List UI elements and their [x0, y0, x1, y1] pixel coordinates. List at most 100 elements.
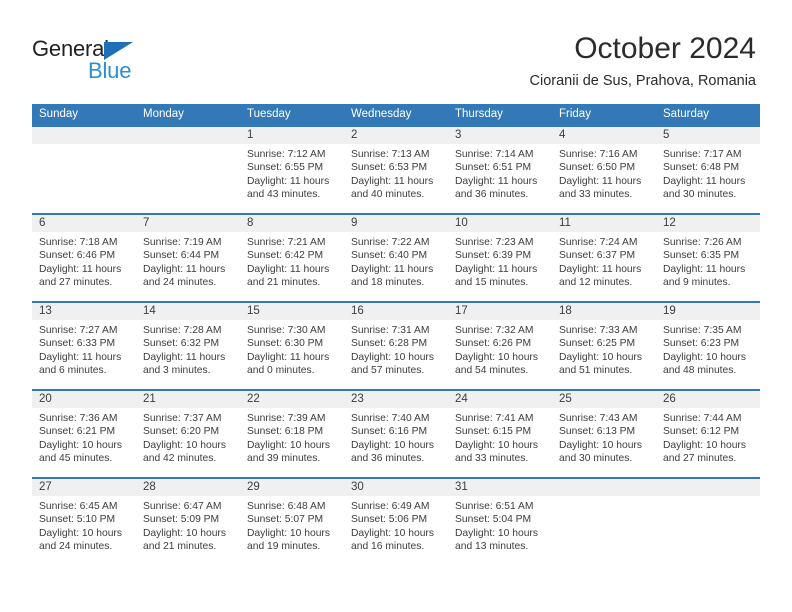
day-cell[interactable]: 1 Sunrise: 7:12 AM Sunset: 6:55 PM Daylight… — [240, 127, 344, 213]
day-cell[interactable]: 22 Sunrise: 7:39 AM Sunset: 6:18 PM Dayligh… — [240, 391, 344, 477]
calendar-page: General Blue October 2024 Cioranii de Su… — [0, 0, 792, 612]
day-cell[interactable]: 29 Sunrise: 6:48 AM Sunset: 5:07 PM Dayligh… — [240, 479, 344, 567]
daylight-text-line1: Daylight: 10 hours — [39, 439, 122, 451]
day-details: Sunrise: 6:51 AM Sunset: 5:04 PM Daylight:… — [448, 496, 552, 554]
day-cell[interactable]: 27 Sunrise: 6:45 AM Sunset: 5:10 PM Dayligh… — [32, 479, 136, 567]
day-cell-empty — [656, 479, 760, 567]
sunset-text: Sunset: 6:18 PM — [247, 426, 324, 438]
day-number: 6 — [32, 215, 136, 232]
daylight-text-line1: Daylight: 11 hours — [143, 351, 226, 363]
weekday-header-monday: Monday — [143, 108, 184, 120]
day-number: 13 — [32, 303, 136, 320]
title-block: October 2024 Cioranii de Sus, Prahova, R… — [530, 30, 756, 91]
sunrise-text: Sunrise: 6:48 AM — [247, 501, 326, 512]
daylight-text-line1: Daylight: 10 hours — [663, 439, 746, 451]
day-cell[interactable]: 9 Sunrise: 7:22 AM Sunset: 6:40 PM Daylight… — [344, 215, 448, 301]
day-details: Sunrise: 7:40 AM Sunset: 6:16 PM Daylight:… — [344, 408, 448, 466]
daylight-text-line2: and 21 minutes. — [247, 277, 321, 289]
sunrise-text: Sunrise: 7:22 AM — [351, 237, 430, 248]
day-cell[interactable]: 26 Sunrise: 7:44 AM Sunset: 6:12 PM Dayligh… — [656, 391, 760, 477]
sunset-text: Sunset: 6:13 PM — [559, 426, 636, 438]
day-cell[interactable]: 19 Sunrise: 7:35 AM Sunset: 6:23 PM Dayligh… — [656, 303, 760, 389]
day-number: 27 — [32, 479, 136, 496]
sunset-text: Sunset: 6:37 PM — [559, 250, 636, 262]
daylight-text-line1: Daylight: 10 hours — [455, 439, 538, 451]
daylight-text-line1: Daylight: 11 hours — [143, 263, 226, 275]
sunset-text: Sunset: 6:28 PM — [351, 338, 428, 350]
day-details: Sunrise: 7:31 AM Sunset: 6:28 PM Daylight:… — [344, 320, 448, 378]
daylight-text-line2: and 33 minutes. — [455, 453, 529, 465]
sunrise-text: Sunrise: 7:37 AM — [143, 413, 222, 424]
sunrise-text: Sunrise: 7:14 AM — [455, 149, 534, 160]
sunrise-text: Sunrise: 7:27 AM — [39, 325, 118, 336]
day-cell[interactable]: 10 Sunrise: 7:23 AM Sunset: 6:39 PM Dayligh… — [448, 215, 552, 301]
day-details: Sunrise: 7:12 AM Sunset: 6:55 PM Daylight:… — [240, 144, 344, 202]
day-cell[interactable]: 25 Sunrise: 7:43 AM Sunset: 6:13 PM Dayligh… — [552, 391, 656, 477]
day-cell[interactable]: 24 Sunrise: 7:41 AM Sunset: 6:15 PM Dayligh… — [448, 391, 552, 477]
daylight-text-line1: Daylight: 11 hours — [247, 351, 330, 363]
day-details: Sunrise: 7:32 AM Sunset: 6:26 PM Daylight:… — [448, 320, 552, 378]
calendar-week-row: 20 Sunrise: 7:36 AM Sunset: 6:21 PM Dayligh… — [32, 389, 760, 477]
day-number: 17 — [448, 303, 552, 320]
sunrise-text: Sunrise: 6:45 AM — [39, 501, 118, 512]
logo-text-blue: Blue — [88, 58, 132, 83]
day-number — [32, 127, 136, 144]
day-cell[interactable]: 3 Sunrise: 7:14 AM Sunset: 6:51 PM Daylight… — [448, 127, 552, 213]
daylight-text-line1: Daylight: 10 hours — [559, 439, 642, 451]
daylight-text-line1: Daylight: 11 hours — [39, 263, 122, 275]
day-cell[interactable]: 13 Sunrise: 7:27 AM Sunset: 6:33 PM Dayligh… — [32, 303, 136, 389]
day-number — [136, 127, 240, 144]
day-cell[interactable]: 5 Sunrise: 7:17 AM Sunset: 6:48 PM Daylight… — [656, 127, 760, 213]
sunrise-text: Sunrise: 7:30 AM — [247, 325, 326, 336]
sunrise-text: Sunrise: 7:44 AM — [663, 413, 742, 424]
day-details: Sunrise: 7:23 AM Sunset: 6:39 PM Daylight:… — [448, 232, 552, 290]
day-details: Sunrise: 7:18 AM Sunset: 6:46 PM Daylight:… — [32, 232, 136, 290]
daylight-text-line2: and 3 minutes. — [143, 365, 211, 377]
day-cell[interactable]: 6 Sunrise: 7:18 AM Sunset: 6:46 PM Daylight… — [32, 215, 136, 301]
daylight-text-line2: and 48 minutes. — [663, 365, 737, 377]
day-cell[interactable]: 12 Sunrise: 7:26 AM Sunset: 6:35 PM Dayligh… — [656, 215, 760, 301]
day-cell[interactable]: 17 Sunrise: 7:32 AM Sunset: 6:26 PM Dayligh… — [448, 303, 552, 389]
day-cell[interactable]: 11 Sunrise: 7:24 AM Sunset: 6:37 PM Dayligh… — [552, 215, 656, 301]
sunset-text: Sunset: 6:40 PM — [351, 250, 428, 262]
daylight-text-line1: Daylight: 10 hours — [455, 527, 538, 539]
daylight-text-line2: and 24 minutes. — [39, 541, 113, 553]
day-cell[interactable]: 15 Sunrise: 7:30 AM Sunset: 6:30 PM Dayligh… — [240, 303, 344, 389]
sunset-text: Sunset: 6:53 PM — [351, 162, 428, 174]
daylight-text-line2: and 51 minutes. — [559, 365, 633, 377]
daylight-text-line1: Daylight: 10 hours — [247, 439, 330, 451]
daylight-text-line1: Daylight: 10 hours — [559, 351, 642, 363]
day-cell[interactable]: 2 Sunrise: 7:13 AM Sunset: 6:53 PM Daylight… — [344, 127, 448, 213]
daylight-text-line2: and 45 minutes. — [39, 453, 113, 465]
day-cell[interactable]: 23 Sunrise: 7:40 AM Sunset: 6:16 PM Dayligh… — [344, 391, 448, 477]
daylight-text-line2: and 21 minutes. — [143, 541, 217, 553]
day-cell[interactable]: 31 Sunrise: 6:51 AM Sunset: 5:04 PM Dayligh… — [448, 479, 552, 567]
day-cell[interactable]: 16 Sunrise: 7:31 AM Sunset: 6:28 PM Dayligh… — [344, 303, 448, 389]
sunset-text: Sunset: 6:21 PM — [39, 426, 116, 438]
day-number: 20 — [32, 391, 136, 408]
sunrise-text: Sunrise: 7:23 AM — [455, 237, 534, 248]
daylight-text-line1: Daylight: 11 hours — [663, 175, 746, 187]
sunset-text: Sunset: 6:46 PM — [39, 250, 116, 262]
day-number: 29 — [240, 479, 344, 496]
sunrise-text: Sunrise: 6:51 AM — [455, 501, 534, 512]
general-blue-logo[interactable]: General Blue — [32, 36, 182, 86]
day-cell[interactable]: 8 Sunrise: 7:21 AM Sunset: 6:42 PM Daylight… — [240, 215, 344, 301]
day-details: Sunrise: 7:16 AM Sunset: 6:50 PM Daylight:… — [552, 144, 656, 202]
day-cell[interactable]: 30 Sunrise: 6:49 AM Sunset: 5:06 PM Dayligh… — [344, 479, 448, 567]
day-cell[interactable]: 18 Sunrise: 7:33 AM Sunset: 6:25 PM Dayligh… — [552, 303, 656, 389]
day-cell[interactable]: 28 Sunrise: 6:47 AM Sunset: 5:09 PM Dayligh… — [136, 479, 240, 567]
day-number: 7 — [136, 215, 240, 232]
sunset-text: Sunset: 6:16 PM — [351, 426, 428, 438]
day-cell[interactable]: 14 Sunrise: 7:28 AM Sunset: 6:32 PM Dayligh… — [136, 303, 240, 389]
sunrise-text: Sunrise: 7:31 AM — [351, 325, 430, 336]
day-number: 23 — [344, 391, 448, 408]
day-cell[interactable]: 4 Sunrise: 7:16 AM Sunset: 6:50 PM Daylight… — [552, 127, 656, 213]
sunset-text: Sunset: 5:10 PM — [39, 514, 116, 526]
day-cell[interactable]: 7 Sunrise: 7:19 AM Sunset: 6:44 PM Daylight… — [136, 215, 240, 301]
daylight-text-line1: Daylight: 10 hours — [351, 439, 434, 451]
day-cell[interactable]: 20 Sunrise: 7:36 AM Sunset: 6:21 PM Dayligh… — [32, 391, 136, 477]
sunset-text: Sunset: 6:44 PM — [143, 250, 220, 262]
day-number: 26 — [656, 391, 760, 408]
day-cell[interactable]: 21 Sunrise: 7:37 AM Sunset: 6:20 PM Dayligh… — [136, 391, 240, 477]
